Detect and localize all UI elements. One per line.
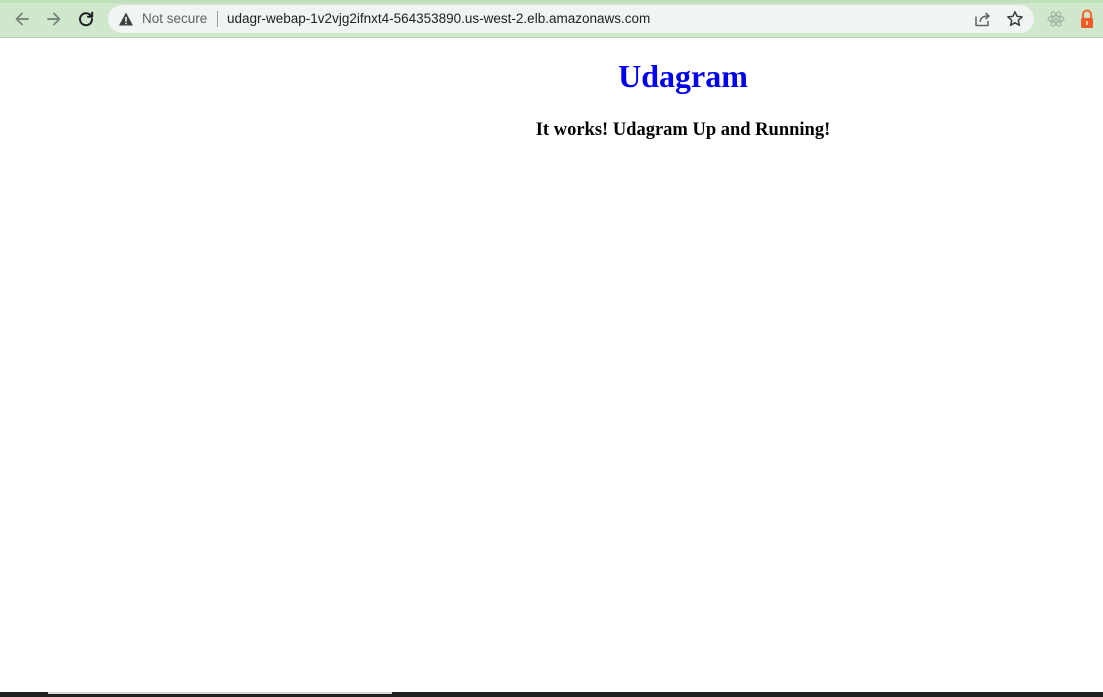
react-devtools-icon[interactable] [1046,9,1066,29]
back-button[interactable] [8,5,36,33]
page-content: Udagram It works! Udagram Up and Running… [0,38,1103,692]
page-subtitle: It works! Udagram Up and Running! [535,120,831,140]
reload-icon [79,11,94,27]
toolbar-top-line [0,0,1103,3]
forward-arrow-icon [47,12,61,26]
forward-button[interactable] [40,5,68,33]
url-text[interactable]: udagr-webap-1v2vjg2ifnxt4-564353890.us-w… [227,11,650,27]
taskbar-highlight [48,692,392,694]
omnibox-divider [217,11,218,27]
share-icon[interactable] [974,11,992,27]
browser-toolbar: Not secure udagr-webap-1v2vjg2ifnxt4-564… [0,0,1103,38]
security-status-label[interactable]: Not secure [142,11,207,27]
address-bar[interactable]: Not secure udagr-webap-1v2vjg2ifnxt4-564… [108,5,1034,33]
star-icon[interactable] [1006,10,1024,28]
warning-triangle-icon[interactable] [118,11,134,27]
back-arrow-icon [15,12,29,26]
page-title: Udagram [618,58,748,94]
lock-extension-icon[interactable] [1078,8,1096,30]
taskbar-edge [0,692,1103,697]
reload-button[interactable] [72,5,100,33]
